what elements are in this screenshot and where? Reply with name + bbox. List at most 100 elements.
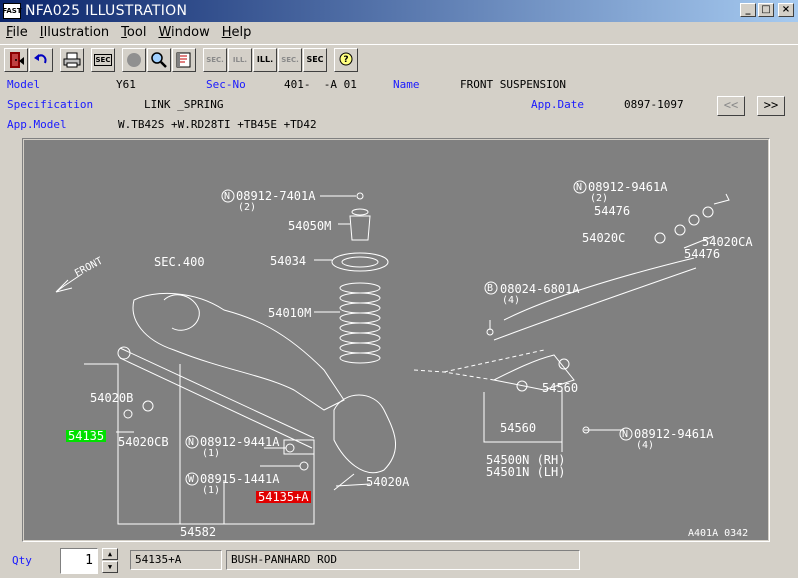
callout-n-4: N <box>622 429 629 440</box>
part-label-54560b[interactable]: 54560 <box>500 422 536 434</box>
part-label-08912-9461a-bottom[interactable]: 08912-9461A <box>634 428 713 440</box>
qty-label-4a: (4) <box>502 295 521 306</box>
illustration-frame: N 08912-7401A (2) 54050M 54034 54010M SE… <box>22 138 770 542</box>
model-value: Y61 <box>116 78 136 91</box>
ill-next-icon: ILL. <box>256 55 274 64</box>
part-label-54050m[interactable]: 54050M <box>288 220 331 232</box>
help-bulb-icon: ? <box>339 52 353 65</box>
appdate-label: App.Date <box>531 98 584 111</box>
part-label-54135a-selected[interactable]: 54135+A <box>256 491 311 503</box>
part-name-field: BUSH-PANHARD ROD <box>226 550 580 570</box>
undo-arrow-icon <box>34 53 47 63</box>
part-label-08024-6801a[interactable]: 08024-6801A <box>500 283 579 295</box>
menu-help[interactable]: Help <box>216 25 258 40</box>
part-label-sec400[interactable]: SEC.400 <box>154 256 205 268</box>
part-label-54476a[interactable]: 54476 <box>594 205 630 217</box>
sec-question-icon: SEC <box>306 55 324 64</box>
close-button[interactable]: × <box>778 3 794 17</box>
part-label-08912-7401a[interactable]: 08912-7401A <box>236 190 315 202</box>
appdate-value: 0897-1097 <box>624 98 684 111</box>
part-label-54582[interactable]: 54582 <box>180 526 216 538</box>
prev-section-button[interactable]: SEC. <box>203 47 227 72</box>
part-label-54020a[interactable]: 54020A <box>366 476 409 488</box>
illustration-reference: A401A 0342 <box>688 528 749 539</box>
part-label-54020cb[interactable]: 54020CB <box>118 436 169 448</box>
part-label-08912-9461a-top[interactable]: 08912-9461A <box>588 181 667 193</box>
qty-down-button[interactable]: ▼ <box>102 561 118 573</box>
menu-window-mnemonic: W <box>158 24 172 40</box>
axle-housing <box>132 292 345 411</box>
spec-label: Specification <box>7 98 94 111</box>
part-label-54135-highlighted[interactable]: 54135 <box>66 430 107 442</box>
prev-illustration-button[interactable]: ILL. <box>228 47 252 72</box>
next-record-button[interactable]: >> <box>757 96 785 116</box>
exit-button[interactable] <box>4 47 28 72</box>
marker-button[interactable] <box>122 47 146 72</box>
ill-prev-icon: ILL. <box>232 55 248 64</box>
qty-label-4b: (4) <box>636 440 655 451</box>
svg-text:?: ? <box>343 55 348 65</box>
printer-icon <box>63 52 81 67</box>
menu-window-label: indow <box>171 24 210 40</box>
callout-n-2: N <box>576 182 583 193</box>
part-label-54560a[interactable]: 54560 <box>542 382 578 394</box>
qty-input[interactable]: 1 <box>60 548 98 574</box>
maximize-button[interactable]: □ <box>758 3 774 17</box>
qty-label-1b: (1) <box>202 485 221 496</box>
menu-illustration[interactable]: Illustration <box>34 25 115 40</box>
link-arm <box>493 257 697 341</box>
part-label-54020c[interactable]: 54020C <box>582 232 625 244</box>
help-button[interactable]: ? <box>334 47 358 72</box>
book-icon <box>176 52 191 67</box>
secno-value: 401- -A 01 <box>284 78 357 91</box>
secno-label: Sec-No <box>206 78 246 91</box>
menu-file-label: ile <box>12 24 28 40</box>
part-label-54020b[interactable]: 54020B <box>90 392 133 404</box>
menu-tool[interactable]: Tool <box>115 25 152 40</box>
callout-n-1: N <box>224 191 231 202</box>
part-label-54476b[interactable]: 54476 <box>684 248 720 260</box>
qty-label: Qty <box>12 554 32 567</box>
knuckle <box>333 394 397 474</box>
title-bar: FAST NFA025 ILLUSTRATION _ □ × <box>0 0 798 22</box>
circle-marker-icon <box>127 52 141 67</box>
part-label-54010m[interactable]: 54010M <box>268 307 311 319</box>
spring-seat <box>331 252 389 272</box>
illustration-canvas[interactable]: N 08912-7401A (2) 54050M 54034 54010M SE… <box>24 140 768 540</box>
magnifier-icon <box>151 51 167 68</box>
menu-file[interactable]: File <box>0 25 34 40</box>
sec-next-icon: SEC. <box>281 55 299 64</box>
zoom-button[interactable] <box>147 47 171 72</box>
window-title: NFA025 ILLUSTRATION <box>25 3 188 19</box>
part-label-54501n[interactable]: 54501N (LH) <box>486 466 565 478</box>
callout-w: W <box>188 474 195 485</box>
sec-icon: SEC <box>93 53 113 66</box>
app-icon: FAST <box>2 3 22 19</box>
qty-label-1a: (1) <box>202 448 221 459</box>
minimize-button[interactable]: _ <box>740 3 756 17</box>
part-label-54034[interactable]: 54034 <box>270 255 306 267</box>
callout-n-3: N <box>188 437 195 448</box>
menu-window[interactable]: Window <box>152 25 215 40</box>
menu-bar: File Illustration Tool Window Help <box>0 22 798 42</box>
menu-tool-label: ool <box>126 24 147 40</box>
part-number-field: 54135+A <box>130 550 222 570</box>
next-illustration-button[interactable]: ILL. <box>253 47 277 72</box>
qty-label-2a: (2) <box>238 202 257 213</box>
section-button[interactable]: SEC <box>91 47 115 72</box>
catalog-button[interactable] <box>172 47 196 72</box>
model-label: Model <box>7 78 41 91</box>
bump-stop <box>349 215 371 241</box>
next-section-button[interactable]: SEC. <box>278 47 302 72</box>
coil-spring <box>339 282 381 364</box>
print-button[interactable] <box>60 47 84 72</box>
undo-button[interactable] <box>29 47 53 72</box>
prev-record-button[interactable]: << <box>717 96 745 116</box>
appmodel-label: App.Model <box>7 118 67 131</box>
qty-up-button[interactable]: ▲ <box>102 548 118 560</box>
part-label-08915-1441a[interactable]: 08915-1441A <box>200 473 279 485</box>
part-label-08912-9441a[interactable]: 08912-9441A <box>200 436 279 448</box>
menu-illustration-label: llustration <box>43 24 110 40</box>
section-search-button[interactable]: SEC <box>303 47 327 72</box>
window-controls: _ □ × <box>740 3 794 17</box>
